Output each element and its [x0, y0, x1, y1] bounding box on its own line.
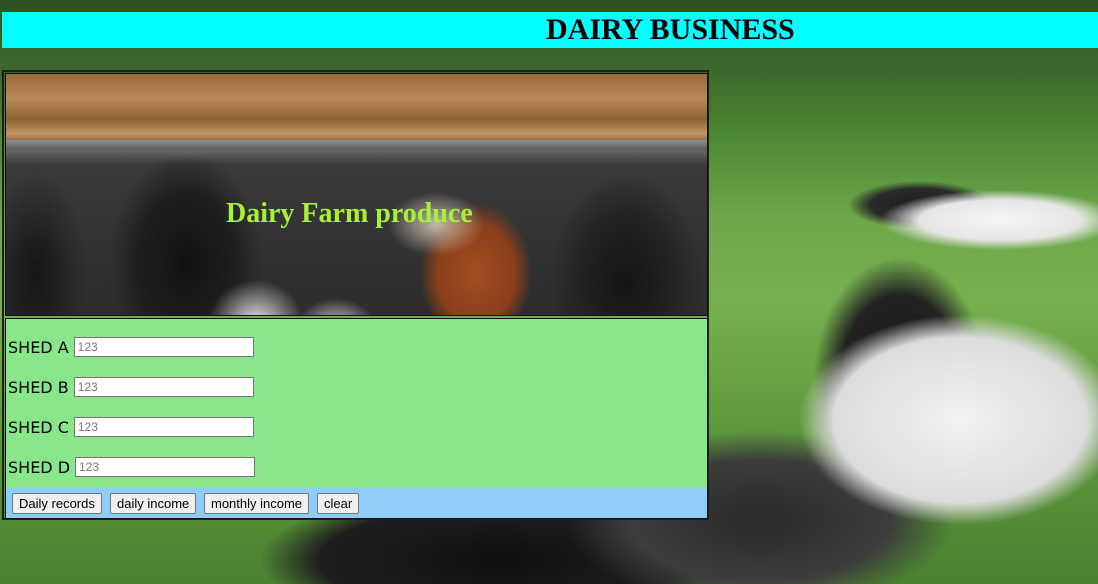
shed-form: SHED A SHED B SHED C SHED D: [5, 318, 708, 488]
banner-rail: [6, 140, 707, 150]
monthly-income-button[interactable]: monthly income: [204, 493, 310, 514]
shed-d-row: SHED D: [8, 455, 256, 479]
shed-b-input[interactable]: [73, 377, 254, 397]
page-title: DAIRY BUSINESS: [546, 13, 795, 46]
banner-caption: Dairy Farm produce: [226, 198, 473, 229]
shed-c-input[interactable]: [73, 417, 254, 437]
shed-b-row: SHED B: [8, 375, 254, 399]
shed-a-row: SHED A: [8, 335, 254, 359]
banner-image: Dairy Farm produce: [5, 73, 708, 316]
daily-records-button[interactable]: Daily records: [12, 493, 102, 514]
shed-c-row: SHED C: [8, 415, 254, 439]
clear-button[interactable]: clear: [317, 493, 360, 514]
shed-a-input[interactable]: [73, 337, 254, 357]
shed-a-label: SHED A: [8, 337, 69, 357]
shed-b-label: SHED B: [8, 377, 69, 397]
shed-c-label: SHED C: [8, 417, 69, 437]
action-bar: Daily records daily income monthly incom…: [5, 488, 708, 519]
daily-income-button[interactable]: daily income: [110, 493, 197, 514]
shed-d-label: SHED D: [8, 457, 71, 477]
shed-d-input[interactable]: [75, 457, 256, 477]
title-bar: DAIRY BUSINESS: [2, 12, 1098, 48]
